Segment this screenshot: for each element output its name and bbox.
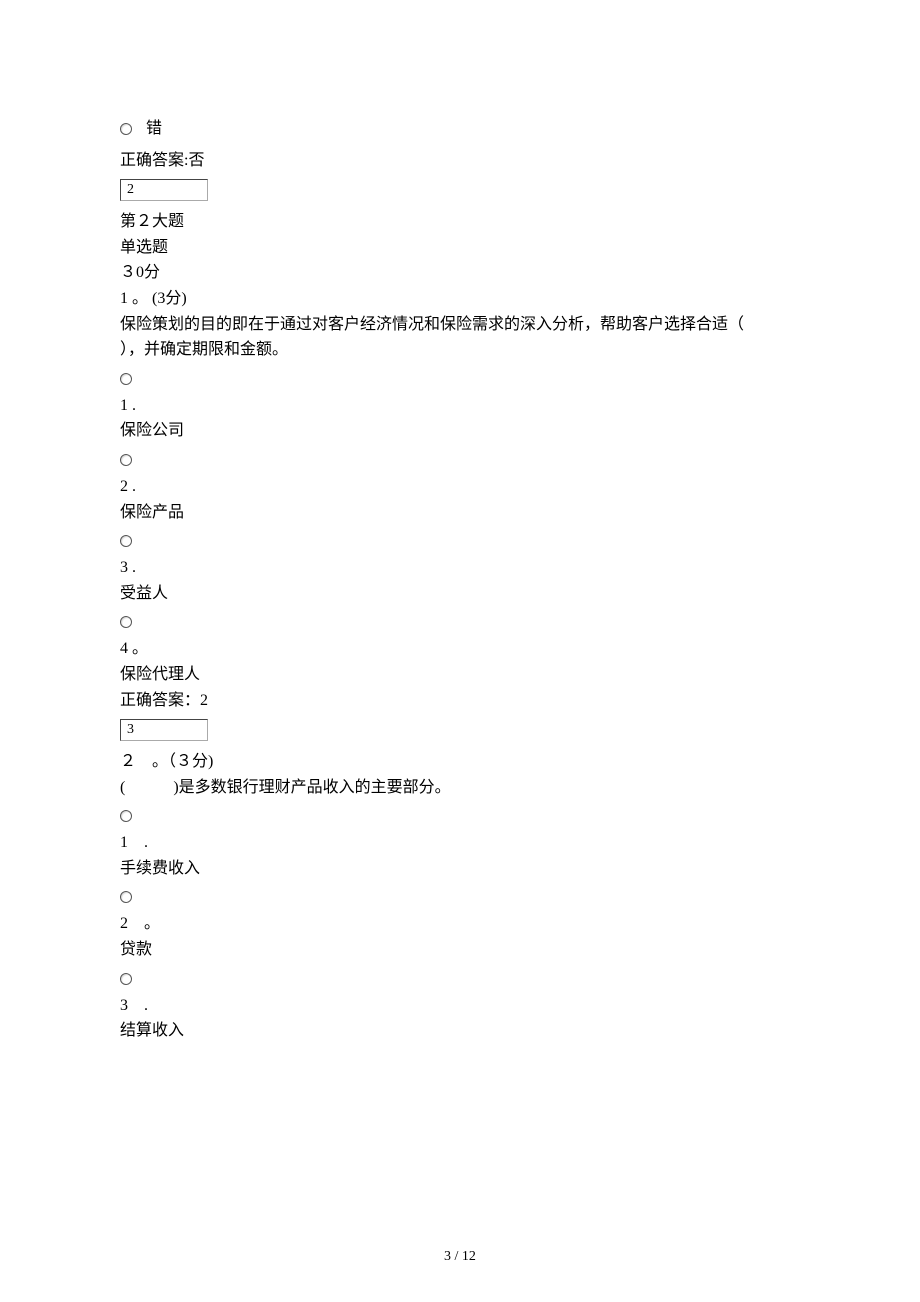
- section-header-line3: ３0分: [120, 260, 800, 286]
- q1-correct-answer: 正确答案：2: [120, 688, 800, 714]
- page-number: 3 / 12: [0, 1246, 920, 1268]
- q2-lead: ２ 。（３分): [120, 749, 800, 775]
- radio-icon: [120, 810, 132, 822]
- option-text: 保险代理人: [120, 662, 800, 688]
- radio-icon: [120, 123, 132, 135]
- q1-lead: 1 。 (3分): [120, 286, 800, 312]
- option-number: 2 。: [120, 911, 800, 937]
- q1-text-line1: 保险策划的目的即在于通过对客户经济情况和保险需求的深入分析，帮助客户选择合适（: [120, 312, 800, 338]
- option-number: 2 .: [120, 474, 800, 500]
- option-text: 受益人: [120, 581, 800, 607]
- score-input-1[interactable]: 2: [120, 179, 208, 201]
- option-text: 手续费收入: [120, 856, 800, 882]
- score-input-2[interactable]: 3: [120, 719, 208, 741]
- radio-icon: [120, 535, 132, 547]
- radio-icon: [120, 373, 132, 385]
- q2-option-1-radio[interactable]: [120, 810, 800, 822]
- option-number: 3 .: [120, 993, 800, 1019]
- q1-option-2-radio[interactable]: [120, 454, 800, 466]
- q1-option-4-radio[interactable]: [120, 616, 800, 628]
- option-text: 结算收入: [120, 1018, 800, 1044]
- option-number: 1 .: [120, 830, 800, 856]
- option-text: 保险公司: [120, 418, 800, 444]
- option-label: 错: [146, 116, 162, 142]
- option-number: 1 .: [120, 393, 800, 419]
- option-wrong-row[interactable]: 错: [120, 116, 800, 142]
- page: 错 正确答案:否 2 第２大题 单选题 ３0分 1 。 (3分) 保险策划的目的…: [0, 0, 920, 1302]
- q2-option-2-radio[interactable]: [120, 891, 800, 903]
- option-text: 保险产品: [120, 500, 800, 526]
- q1-text-line2: ），并确定期限和金额。: [120, 337, 800, 363]
- correct-answer: 正确答案:否: [120, 148, 800, 174]
- radio-icon: [120, 891, 132, 903]
- radio-icon: [120, 616, 132, 628]
- section-header-line1: 第２大题: [120, 209, 800, 235]
- section-header-line2: 单选题: [120, 235, 800, 261]
- q2-option-3-radio[interactable]: [120, 973, 800, 985]
- option-number: 4 。: [120, 636, 800, 662]
- q1-option-1-radio[interactable]: [120, 373, 800, 385]
- q2-text: ( )是多数银行理财产品收入的主要部分。: [120, 775, 800, 801]
- radio-icon: [120, 454, 132, 466]
- radio-icon: [120, 973, 132, 985]
- q1-option-3-radio[interactable]: [120, 535, 800, 547]
- option-number: 3 .: [120, 555, 800, 581]
- option-text: 贷款: [120, 937, 800, 963]
